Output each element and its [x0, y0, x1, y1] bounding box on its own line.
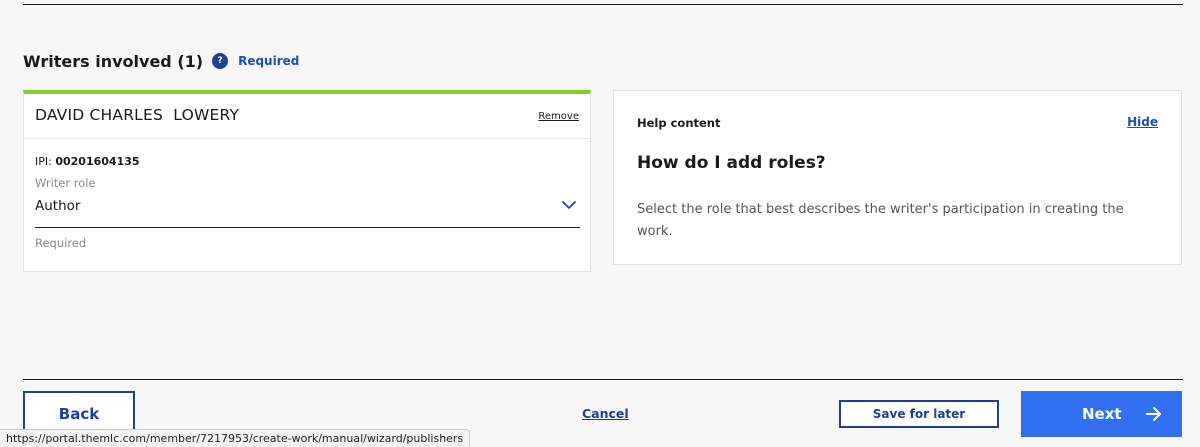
- next-button-label: Next: [1082, 405, 1122, 423]
- arrow-right-icon: [1146, 407, 1161, 421]
- ipi-label: IPI:: [35, 155, 56, 168]
- status-bar-url: https://portal.themlc.com/member/7217953…: [0, 429, 471, 447]
- cancel-link[interactable]: Cancel: [582, 406, 629, 421]
- ipi-value: 00201604135: [55, 155, 140, 168]
- writer-card-header: DAVID CHARLES LOWERY Remove: [24, 94, 590, 139]
- writer-role-select[interactable]: Author: [35, 191, 580, 228]
- required-tag: Required: [238, 54, 300, 68]
- remove-writer-link[interactable]: Remove: [538, 111, 579, 122]
- writer-role-helper-text: Required: [35, 236, 87, 250]
- writer-name: DAVID CHARLES LOWERY: [35, 106, 240, 124]
- help-question-icon[interactable]: ?: [212, 53, 229, 69]
- save-for-later-button[interactable]: Save for later: [839, 400, 999, 428]
- section-title: Writers involved (1): [23, 51, 204, 71]
- writer-card: DAVID CHARLES LOWERY Remove IPI: 0020160…: [23, 90, 591, 272]
- help-content-panel: Help content Hide How do I add roles? Se…: [613, 90, 1182, 265]
- footer-divider: [23, 379, 1183, 380]
- help-question: How do I add roles?: [637, 153, 826, 173]
- help-answer: Select the role that best describes the …: [637, 202, 1124, 239]
- writer-role-value: Author: [35, 198, 81, 214]
- writer-role-label: Writer role: [35, 176, 96, 190]
- ipi-line: IPI: 00201604135: [35, 155, 140, 168]
- hide-help-link[interactable]: Hide: [1127, 115, 1158, 129]
- top-divider: [23, 4, 1183, 5]
- help-content-title: Help content: [637, 116, 721, 130]
- writers-section-header: Writers involved (1) ? Required: [23, 50, 299, 72]
- chevron-down-icon: [562, 201, 576, 209]
- next-button[interactable]: Next: [1021, 391, 1182, 437]
